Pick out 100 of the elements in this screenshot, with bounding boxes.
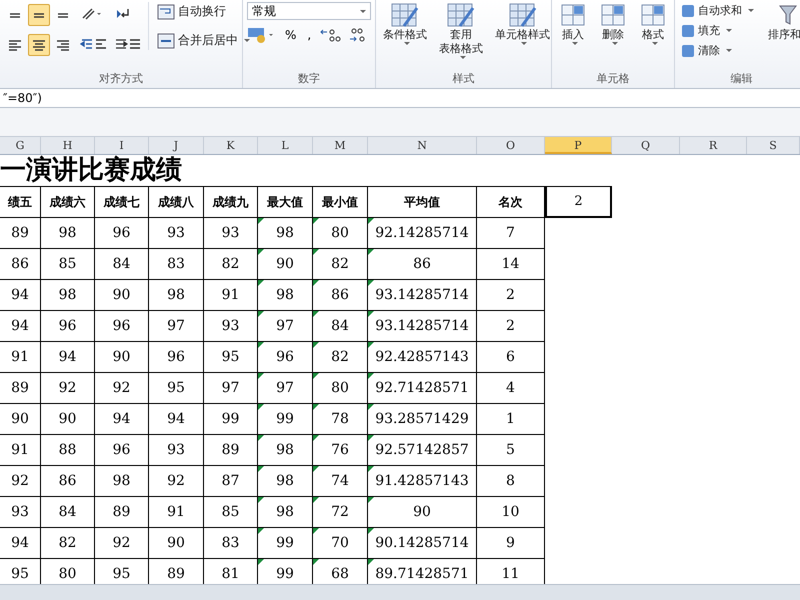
dropdown-icon <box>360 10 366 12</box>
dropdown-icon <box>652 42 658 45</box>
table-cell: 99 <box>258 528 313 559</box>
table-cell: 89 <box>0 373 41 404</box>
editing-button[interactable]: 清除 <box>679 42 756 59</box>
align-icon <box>9 40 21 50</box>
comma-button[interactable]: , <box>304 28 314 42</box>
table-cell: 93 <box>0 497 41 528</box>
dropdown-icon <box>726 49 732 52</box>
dropdown-icon <box>748 9 754 12</box>
table-cell: 97 <box>204 373 258 404</box>
table-cell: 87 <box>204 466 258 497</box>
table-cell: 82 <box>313 249 368 280</box>
header-cell: 成绩八 <box>149 186 204 218</box>
grid-icon <box>559 2 587 28</box>
table-cell: 92 <box>0 466 41 497</box>
table-cell: 93.28571429 <box>368 404 477 435</box>
table-cell: 98 <box>258 280 313 311</box>
table-cell: 72 <box>313 497 368 528</box>
group-label: 编辑 <box>730 71 754 87</box>
group-label: 数字 <box>297 71 321 87</box>
cell-button[interactable]: 格式 <box>636 2 670 45</box>
number-format-dropdown[interactable]: 常规 <box>247 2 371 20</box>
table-cell: 91 <box>149 497 204 528</box>
header-cell: 成绩六 <box>41 186 95 218</box>
table-cell: 90 <box>258 249 313 280</box>
column-header[interactable]: J <box>149 137 204 154</box>
active-cell[interactable]: 2 <box>545 186 612 218</box>
table-cell: 85 <box>204 497 258 528</box>
merge-icon <box>157 32 175 48</box>
table-cell: 98 <box>258 435 313 466</box>
cell-button[interactable]: 删除 <box>596 2 630 45</box>
wrap-text-icon <box>157 4 175 20</box>
table-cell: 98 <box>258 466 313 497</box>
table-cell: 89 <box>204 435 258 466</box>
table-cell: 94 <box>0 311 41 342</box>
dropdown-icon <box>726 29 732 32</box>
table-cell: 85 <box>41 249 95 280</box>
column-header[interactable]: R <box>680 137 747 154</box>
group-label: 对齐方式 <box>98 71 144 87</box>
table-cell: 70 <box>313 528 368 559</box>
column-header[interactable]: G <box>0 137 41 154</box>
table-cell: 83 <box>204 528 258 559</box>
dropdown-icon <box>572 42 578 45</box>
percent-button[interactable]: % <box>282 28 300 42</box>
grid-icon <box>639 2 667 28</box>
table-cell: 84 <box>41 497 95 528</box>
table-cell: 76 <box>313 435 368 466</box>
align-button[interactable] <box>28 4 50 26</box>
column-header[interactable]: N <box>368 137 477 154</box>
table-cell: 90 <box>95 342 149 373</box>
table-cell: 5 <box>477 435 545 466</box>
column-header[interactable]: I <box>95 137 149 154</box>
table-cell: 2 <box>477 311 545 342</box>
cell-button[interactable]: 插入 <box>556 2 590 45</box>
table-cell: 14 <box>477 249 545 280</box>
column-header[interactable]: S <box>747 137 800 154</box>
table-cell: 1 <box>477 404 545 435</box>
column-header[interactable]: K <box>204 137 258 154</box>
table-cell: 97 <box>258 311 313 342</box>
formula-field[interactable]: ″=80″) <box>0 89 800 107</box>
table-cell: 98 <box>258 497 313 528</box>
table-cell: 90 <box>368 497 477 528</box>
table-cell: 4 <box>477 373 545 404</box>
style-button[interactable]: 套用 表格格式 <box>436 2 486 59</box>
table-cell: 96 <box>95 311 149 342</box>
column-header[interactable]: H <box>41 137 95 154</box>
table-cell: 90 <box>149 528 204 559</box>
column-header[interactable]: P <box>545 137 612 154</box>
column-header[interactable]: Q <box>612 137 680 154</box>
table-cell: 2 <box>477 280 545 311</box>
group-label: 单元格 <box>596 71 630 87</box>
table-cell: 91 <box>204 280 258 311</box>
sort-filter-button[interactable]: 排序和 <box>762 2 800 42</box>
table-cell: 95 <box>149 373 204 404</box>
align-button[interactable] <box>28 34 50 56</box>
grid-icon <box>599 2 627 28</box>
style-button[interactable]: 条件格式 <box>380 2 430 45</box>
table-style-icon <box>508 2 538 28</box>
column-header[interactable]: M <box>313 137 368 154</box>
table-cell: 8 <box>477 466 545 497</box>
table-cell: 99 <box>204 404 258 435</box>
table-cell: 94 <box>0 280 41 311</box>
dropdown-icon <box>460 56 466 59</box>
header-cell: 平均值 <box>368 186 477 218</box>
table-cell: 93 <box>204 218 258 249</box>
orientation-icon[interactable] <box>80 6 102 22</box>
header-cell: 绩五 <box>0 186 41 218</box>
table-cell: 98 <box>149 280 204 311</box>
merge-center-button[interactable]: 合并后居中 <box>155 31 252 50</box>
column-header[interactable]: L <box>258 137 313 154</box>
style-button[interactable]: 单元格样式 <box>492 2 553 45</box>
table-cell: 92 <box>149 466 204 497</box>
dropdown-icon <box>404 42 410 45</box>
table-cell: 92.42857143 <box>368 342 477 373</box>
table-cell: 91 <box>0 342 41 373</box>
table-cell: 94 <box>41 342 95 373</box>
editing-button[interactable]: 填充 <box>679 22 756 39</box>
editing-button[interactable]: 自动求和 <box>679 2 756 19</box>
table-cell: 91 <box>0 435 41 466</box>
